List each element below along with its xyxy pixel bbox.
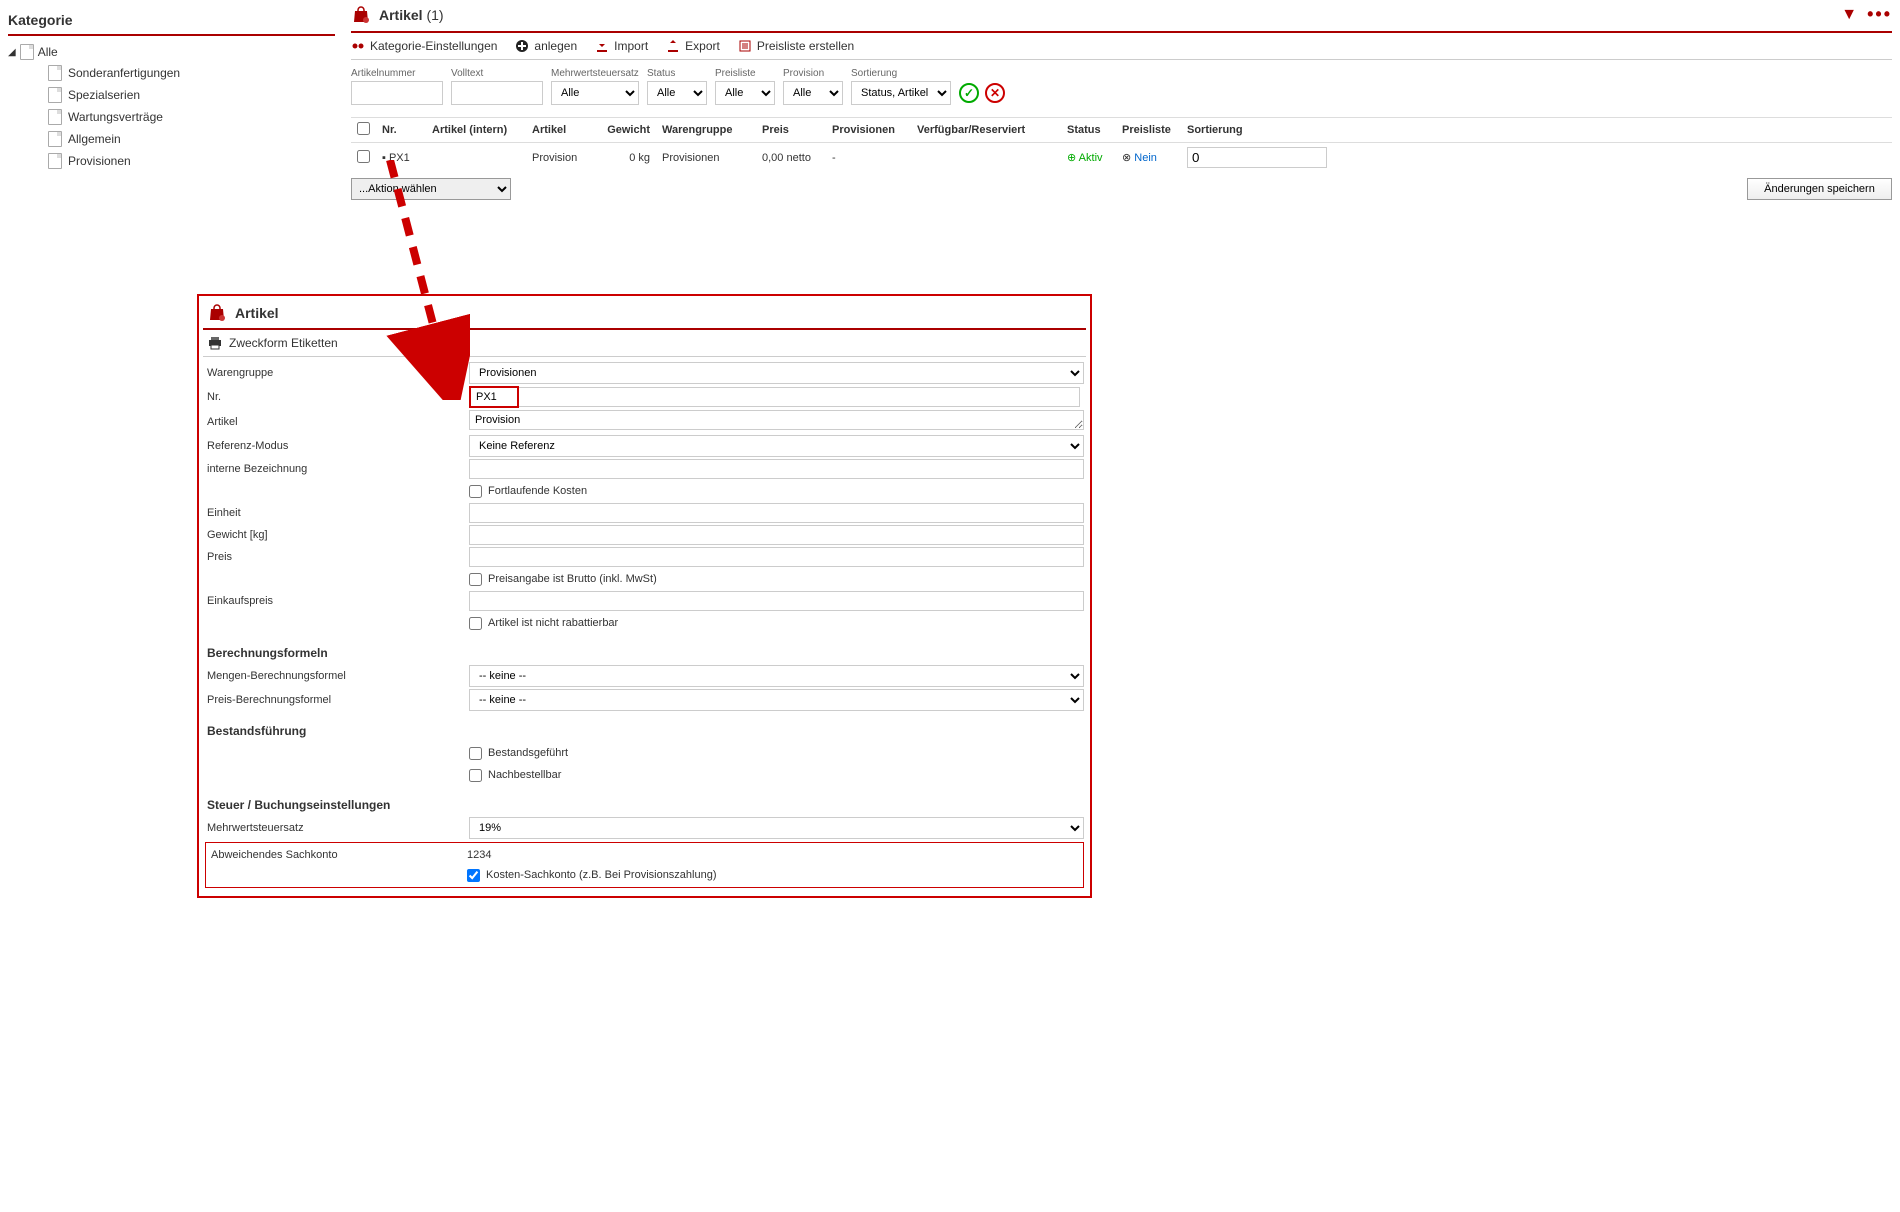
- export-icon: [666, 39, 680, 53]
- intern-input[interactable]: [469, 459, 1084, 479]
- rabattierbar-checkbox[interactable]: [469, 617, 482, 630]
- nr-input-ext[interactable]: [519, 387, 1080, 407]
- pricelist-icon: [738, 39, 752, 53]
- shopping-bag-icon: [207, 304, 227, 322]
- detail-form: WarengruppeProvisionen Nr. ArtikelProvis…: [203, 357, 1086, 892]
- import-button[interactable]: Import: [595, 39, 648, 53]
- sachkonto-highlight: Abweichendes Sachkonto1234 Kosten-Sachko…: [205, 842, 1084, 888]
- document-icon: [48, 65, 62, 81]
- preisliste-badge: Nein: [1122, 152, 1157, 164]
- clear-filter-button[interactable]: ✕: [985, 83, 1005, 103]
- tree-item[interactable]: Wartungsverträge: [8, 106, 335, 128]
- kostensachkonto-checkbox[interactable]: [467, 869, 480, 882]
- caret-down-icon: ◢: [8, 47, 16, 58]
- main-header: Artikel (1) ▼ •••: [351, 0, 1892, 33]
- detail-title: Artikel: [235, 305, 279, 321]
- row-checkbox[interactable]: [357, 150, 370, 163]
- document-icon: [48, 109, 62, 125]
- settings-icon: [351, 39, 365, 53]
- save-changes-button[interactable]: Änderungen speichern: [1747, 178, 1892, 200]
- create-button[interactable]: anlegen: [515, 39, 577, 53]
- more-icon[interactable]: •••: [1867, 4, 1892, 25]
- box-icon: ▪: [382, 152, 386, 164]
- filters-row: Artikelnummer Volltext Mehrwertsteuersat…: [351, 60, 1892, 113]
- provision-select[interactable]: Alle: [783, 81, 843, 105]
- select-all-checkbox[interactable]: [357, 122, 370, 135]
- apply-filter-button[interactable]: ✓: [959, 83, 979, 103]
- warengruppe-select[interactable]: Provisionen: [469, 362, 1084, 384]
- import-icon: [595, 39, 609, 53]
- sidebar-title: Kategorie: [8, 8, 335, 36]
- category-settings-button[interactable]: Kategorie-Einstellungen: [351, 39, 497, 53]
- table-row[interactable]: ▪ PX1 Provision 0 kg Provisionen 0,00 ne…: [351, 143, 1892, 173]
- detail-subtoolbar[interactable]: Zweckform Etiketten: [203, 330, 1086, 357]
- printer-icon: [207, 336, 223, 350]
- einkaufspreis-input[interactable]: [469, 591, 1084, 611]
- artikelnummer-input[interactable]: [351, 81, 443, 105]
- document-icon: [20, 44, 34, 60]
- preisliste-select[interactable]: Alle: [715, 81, 775, 105]
- nachbestellbar-checkbox[interactable]: [469, 769, 482, 782]
- action-select[interactable]: ...Aktion wählen: [351, 178, 511, 200]
- article-table: Nr. Artikel (intern) Artikel Gewicht War…: [351, 117, 1892, 172]
- mwst-select[interactable]: Alle: [551, 81, 639, 105]
- shopping-bag-icon: [351, 6, 371, 24]
- export-button[interactable]: Export: [666, 39, 720, 53]
- plus-circle-icon: [515, 39, 529, 53]
- gewicht-input[interactable]: [469, 525, 1084, 545]
- mwst-detail-select[interactable]: 19%: [469, 817, 1084, 839]
- tree-item[interactable]: Allgemein: [8, 128, 335, 150]
- tree-root-label: Alle: [38, 45, 58, 59]
- nr-input[interactable]: [469, 386, 519, 408]
- toolbar: Kategorie-Einstellungen anlegen Import E…: [351, 33, 1892, 60]
- document-icon: [48, 87, 62, 103]
- article-detail-panel: Artikel Zweckform Etiketten WarengruppeP…: [197, 294, 1092, 898]
- document-icon: [48, 131, 62, 147]
- preisbrutto-checkbox[interactable]: [469, 573, 482, 586]
- sort-input[interactable]: [1187, 147, 1327, 168]
- artikel-textarea[interactable]: Provision: [469, 410, 1084, 430]
- tree-root[interactable]: ◢ Alle: [8, 42, 335, 62]
- filter-icon[interactable]: ▼: [1841, 6, 1857, 24]
- preisformel-select[interactable]: -- keine --: [469, 689, 1084, 711]
- bestandsgefuehrt-checkbox[interactable]: [469, 747, 482, 760]
- status-badge: Aktiv: [1067, 152, 1103, 164]
- tree-item[interactable]: Spezialserien: [8, 84, 335, 106]
- page-title: Artikel (1): [379, 7, 444, 23]
- referenz-select[interactable]: Keine Referenz: [469, 435, 1084, 457]
- fortlaufende-checkbox[interactable]: [469, 485, 482, 498]
- table-header-row: Nr. Artikel (intern) Artikel Gewicht War…: [351, 118, 1892, 143]
- preis-input[interactable]: [469, 547, 1084, 567]
- sortierung-select[interactable]: Status, Artikel...: [851, 81, 951, 105]
- pricelist-button[interactable]: Preisliste erstellen: [738, 39, 854, 53]
- einheit-input[interactable]: [469, 503, 1084, 523]
- volltext-input[interactable]: [451, 81, 543, 105]
- document-icon: [48, 153, 62, 169]
- status-select[interactable]: Alle: [647, 81, 707, 105]
- mengen-select[interactable]: -- keine --: [469, 665, 1084, 687]
- tree-item[interactable]: Sonderanfertigungen: [8, 62, 335, 84]
- tree-item[interactable]: Provisionen: [8, 150, 335, 172]
